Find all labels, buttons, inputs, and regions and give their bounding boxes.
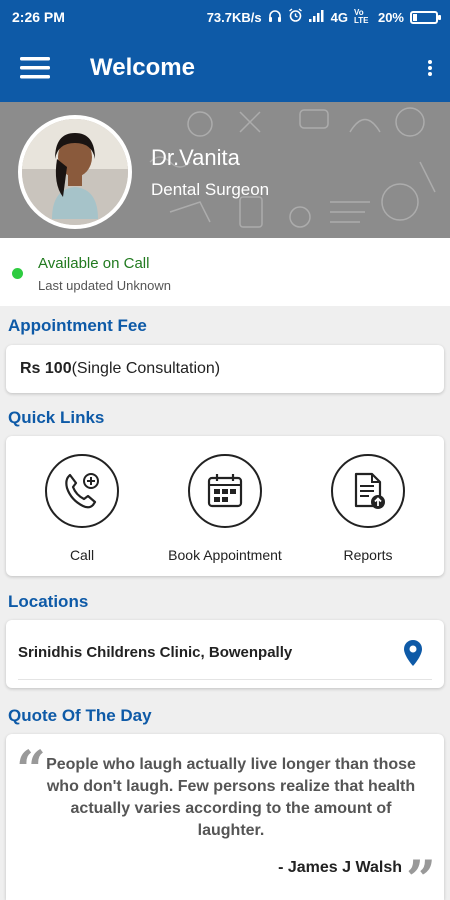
- appointment-fee-card: Rs 100(Single Consultation): [6, 345, 444, 393]
- fee-amount: Rs 100: [20, 360, 72, 377]
- location-list-item[interactable]: Srinidhis Childrens Clinic, Bowenpally: [6, 620, 444, 688]
- locations-title: Locations: [8, 592, 89, 611]
- fee-description: (Single Consultation): [71, 360, 221, 377]
- overflow-menu-icon: [428, 60, 432, 76]
- phone-add-icon: [65, 473, 99, 509]
- doctor-specialty: Dental Surgeon: [151, 180, 270, 199]
- volte-indicator: Vo LTE: [353, 8, 369, 25]
- quote-title: Quote Of The Day: [8, 706, 152, 725]
- quick-links-title: Quick Links: [8, 408, 105, 427]
- availability-label: Available on Call: [38, 255, 150, 272]
- appointment-fee-title: Appointment Fee: [8, 316, 147, 335]
- reports-label: Reports: [343, 547, 393, 563]
- battery-percent: 20%: [377, 9, 404, 25]
- book-appointment-label: Book Appointment: [168, 547, 282, 563]
- headphones-icon: [268, 9, 282, 26]
- quick-link-reports[interactable]: Reports: [293, 454, 443, 563]
- overflow-menu-button[interactable]: [410, 34, 450, 102]
- close-quote-icon: ”: [406, 850, 436, 900]
- hamburger-menu-icon: [20, 57, 50, 79]
- quick-links-card: Call Book Appointment Reports: [6, 436, 444, 576]
- quote-card: “ People who laugh actually live longer …: [6, 734, 444, 900]
- map-pin-icon[interactable]: [404, 640, 422, 671]
- quote-author: - James J Walsh: [278, 859, 402, 876]
- status-time: 2:26 PM: [12, 9, 65, 25]
- status-icons: 73.7KB/s 4G Vo LTE 20%: [206, 8, 441, 26]
- fee-text: Rs 100(Single Consultation): [20, 360, 220, 378]
- location-name: Srinidhis Childrens Clinic, Bowenpally: [18, 644, 293, 661]
- battery-icon: [410, 10, 441, 24]
- net-speed: 73.7KB/s: [206, 9, 262, 25]
- doctor-avatar: [18, 115, 132, 229]
- call-label: Call: [69, 547, 95, 563]
- page-title: Welcome: [90, 54, 195, 81]
- calendar-icon: [207, 474, 243, 508]
- battery-level: [413, 13, 417, 21]
- call-button[interactable]: [45, 454, 119, 528]
- open-quote-icon: “: [16, 740, 46, 801]
- network-type: 4G: [330, 9, 348, 25]
- doctor-name: Dr.Vanita: [151, 145, 240, 170]
- reports-button[interactable]: [331, 454, 405, 528]
- app-bar: Welcome: [0, 34, 450, 102]
- alarm-icon: [288, 8, 303, 26]
- report-upload-icon: [354, 472, 385, 509]
- book-appointment-button[interactable]: [188, 454, 262, 528]
- status-bar: 2:26 PM 73.7KB/s 4G Vo LTE 20%: [0, 0, 450, 34]
- availability-status: Available on Call Last updated Unknown: [0, 238, 450, 306]
- quick-link-call[interactable]: Call: [7, 454, 157, 563]
- doctor-profile-header: Dr.Vanita Dental Surgeon: [0, 102, 450, 238]
- availability-dot-icon: [12, 268, 23, 279]
- quote-text: People who laugh actually live longer th…: [46, 756, 416, 839]
- signal-icon: [308, 9, 325, 25]
- menu-button[interactable]: [0, 34, 70, 102]
- location-divider: [18, 679, 432, 680]
- availability-updated: Last updated Unknown: [38, 278, 171, 293]
- quick-link-book-appointment[interactable]: Book Appointment: [150, 454, 300, 563]
